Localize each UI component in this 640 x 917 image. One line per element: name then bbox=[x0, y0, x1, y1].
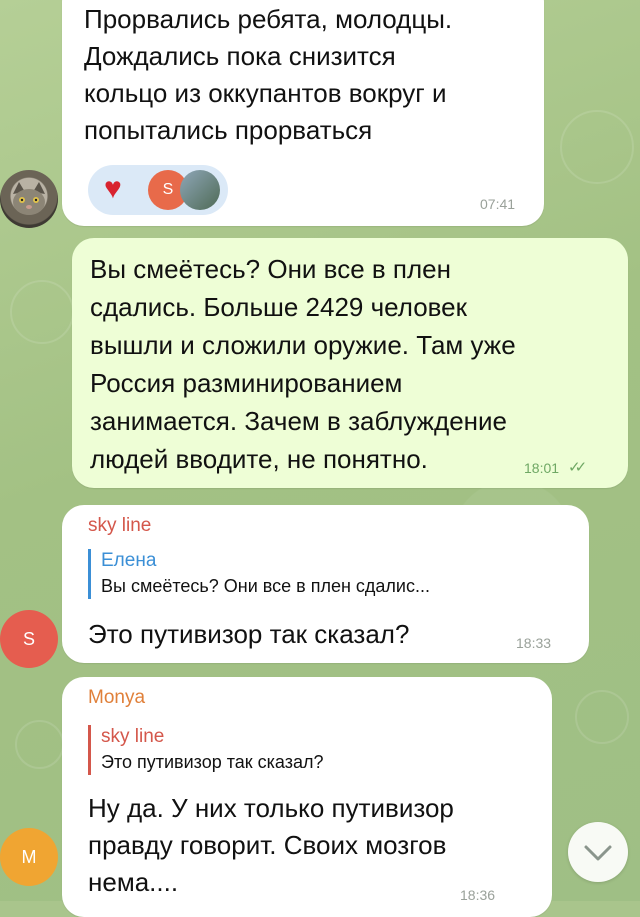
message-line: кольцо из оккупантов вокруг и bbox=[84, 78, 447, 108]
avatar-m[interactable]: M bbox=[0, 828, 58, 886]
reaction-pill[interactable]: ♥ S bbox=[88, 165, 228, 215]
message-bubble-outgoing[interactable]: Вы смеётесь? Они все в плен сдались. Бол… bbox=[72, 238, 628, 488]
message-line: Прорвались ребята, молодцы. bbox=[84, 4, 453, 34]
message-bubble-incoming[interactable]: Monya sky line Это путивизор так сказал?… bbox=[62, 677, 552, 917]
heart-reaction-icon: ♥ bbox=[104, 172, 122, 205]
sender-name[interactable]: Monya bbox=[88, 687, 145, 709]
reply-quote[interactable]: Елена Вы смеётесь? Они все в плен сдалис… bbox=[88, 549, 430, 599]
reply-text: Вы смеётесь? Они все в плен сдалис... bbox=[101, 576, 430, 596]
message-line: Дождались пока снизится bbox=[84, 41, 396, 71]
message-line: Вы смеётесь? Они все в плен bbox=[90, 254, 451, 284]
message-line: Ну да. У них только путивизор bbox=[88, 793, 454, 823]
message-line: занимается. Зачем в заблуждение bbox=[90, 406, 508, 436]
reply-author: Елена bbox=[101, 550, 157, 571]
message-line: сдались. Больше 2429 человек bbox=[90, 292, 468, 322]
message-line: вышли и сложили оружие. Там уже bbox=[90, 330, 516, 360]
reply-text: Это путивизор так сказал? bbox=[101, 752, 324, 772]
cat-avatar[interactable] bbox=[0, 170, 58, 228]
message-line: попытались прорваться bbox=[84, 115, 373, 145]
message-line: Россия разминированием bbox=[90, 368, 403, 398]
message-bubble-incoming[interactable]: sky line Елена Вы смеётесь? Они все в пл… bbox=[62, 505, 589, 663]
message-line: Это путивизор так сказал? bbox=[88, 619, 410, 649]
sender-name[interactable]: sky line bbox=[88, 515, 151, 537]
avatar-s[interactable]: S bbox=[0, 610, 58, 668]
scroll-down-button[interactable] bbox=[568, 822, 628, 882]
cat-face-icon bbox=[13, 182, 45, 215]
message-time: 07:41 bbox=[480, 196, 516, 212]
reply-author: sky line bbox=[101, 726, 165, 747]
message-time: 18:33 bbox=[516, 635, 552, 651]
reaction-avatar-photo bbox=[180, 170, 220, 210]
message-line: нема.... bbox=[88, 867, 179, 897]
chevron-down-icon bbox=[584, 845, 612, 861]
reply-quote[interactable]: sky line Это путивизор так сказал? bbox=[88, 725, 324, 775]
message-time: 18:01 bbox=[524, 460, 560, 476]
read-check-icon: ✓✓ bbox=[568, 459, 587, 476]
message-line: правду говорит. Своих мозгов bbox=[88, 830, 447, 860]
message-line: людей вводите, не понятно. bbox=[90, 444, 428, 474]
